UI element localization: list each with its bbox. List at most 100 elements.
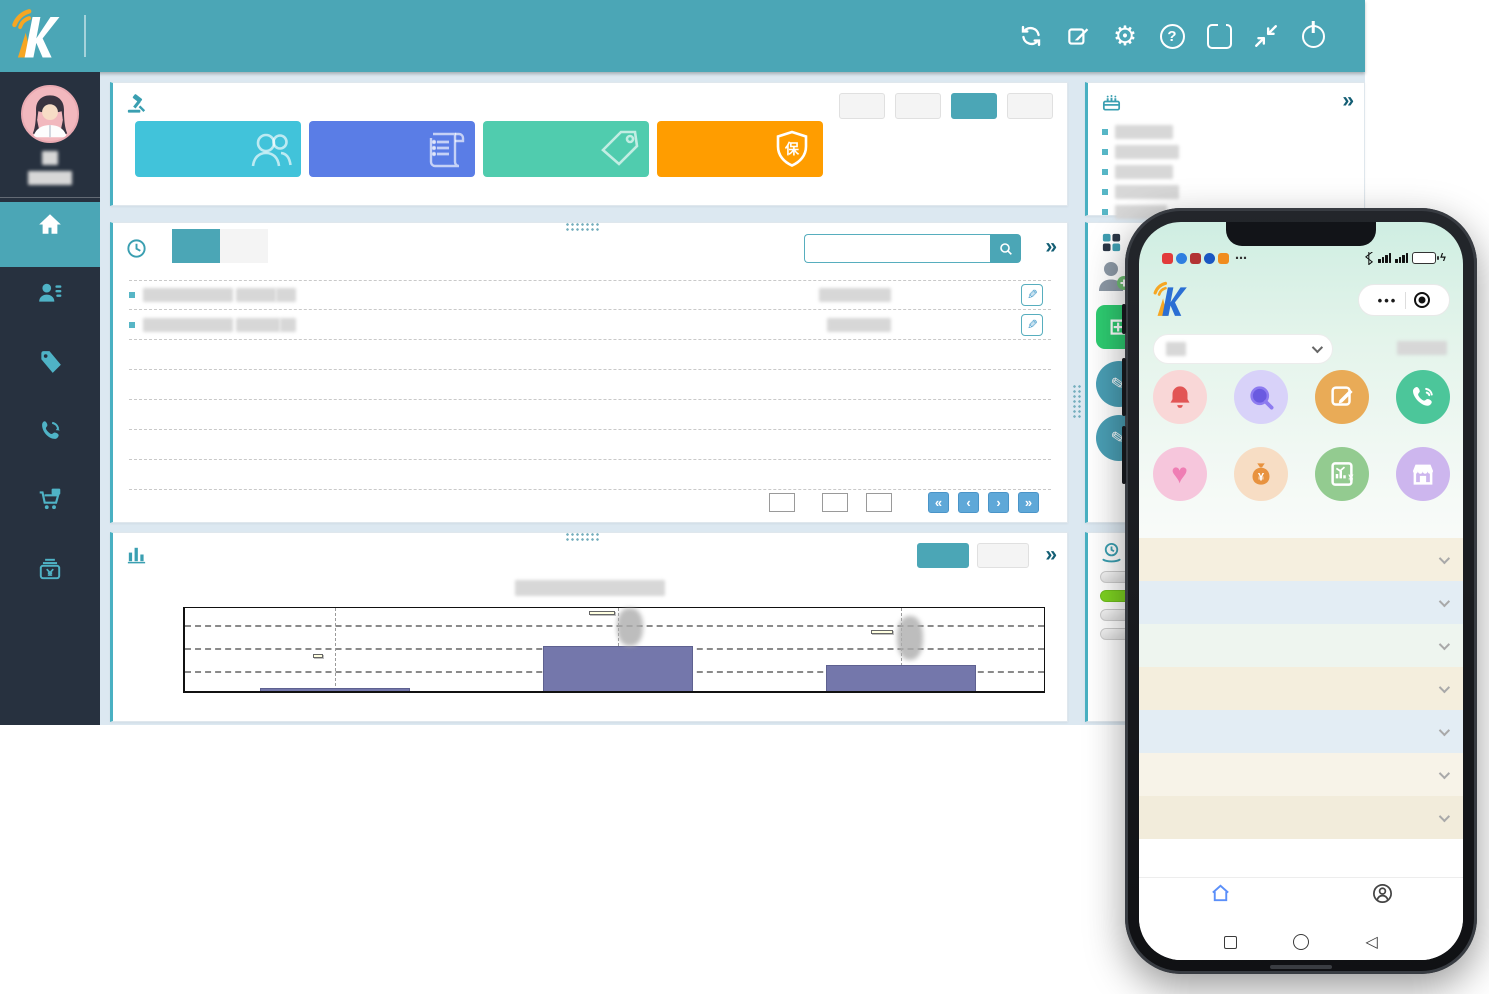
stat-card-customers: [135, 121, 301, 177]
filter-year-button[interactable]: [1007, 93, 1053, 119]
bullet-icon: [129, 292, 135, 298]
sidebar-item-after-sales[interactable]: [0, 412, 100, 474]
sync-icon[interactable]: [1017, 22, 1045, 50]
sidebar-item-customers[interactable]: [0, 274, 100, 336]
action-sales-report[interactable]: ¥: [1301, 447, 1382, 508]
search-input[interactable]: [804, 234, 990, 263]
upload-icon[interactable]: [1205, 22, 1233, 50]
stat-row-month-customers[interactable]: [1139, 581, 1463, 624]
bar-chart-plot: [183, 607, 1045, 693]
header-toolbar: [1017, 0, 1327, 72]
expand-icon[interactable]: [1045, 543, 1057, 567]
todo-row-owner: [827, 318, 895, 332]
filter-week-button[interactable]: [895, 93, 941, 119]
help-icon[interactable]: [1158, 22, 1186, 50]
last-page-button[interactable]: »: [1018, 492, 1039, 513]
user-name-redacted: [1397, 340, 1447, 358]
action-sales-query[interactable]: ¥: [1220, 447, 1301, 508]
sidebar-divider: [0, 197, 100, 198]
sidebar-item-sales[interactable]: [0, 343, 100, 405]
edit-icon[interactable]: [1021, 284, 1043, 306]
bell-icon: [1153, 370, 1207, 424]
report-icon: ¥: [1315, 447, 1369, 501]
prev-page-button[interactable]: ‹: [958, 492, 979, 513]
action-customer-search[interactable]: [1220, 370, 1301, 431]
nav-mine[interactable]: [1301, 878, 1463, 924]
home-icon: [1209, 882, 1232, 905]
stat-card-orders: [309, 121, 475, 177]
search-icon[interactable]: [990, 234, 1021, 263]
customer-traffic-button[interactable]: [977, 543, 1029, 568]
next-page-button[interactable]: ›: [988, 492, 1009, 513]
phone-stats-list: [1139, 538, 1463, 839]
power-icon[interactable]: [1299, 22, 1327, 50]
chevron-down-icon: [1439, 724, 1450, 735]
stat-row-today-orders[interactable]: [1139, 624, 1463, 667]
app-icon: [1176, 253, 1187, 264]
phone-button: [1122, 426, 1126, 484]
bullet-icon: [129, 322, 135, 328]
todo-row: [129, 310, 1051, 340]
filter-month-button[interactable]: [951, 93, 997, 119]
bar-202508: [543, 646, 693, 691]
redaction-smudge: [897, 616, 923, 660]
drag-handle[interactable]: [565, 222, 601, 231]
todo-row-empty: [129, 430, 1051, 460]
tab-pending-callbacks[interactable]: [172, 229, 220, 263]
redaction-smudge: [617, 608, 643, 646]
back-button[interactable]: [1365, 932, 1377, 952]
per-page-input[interactable]: [769, 493, 795, 512]
sales-tag-icon: [37, 349, 63, 375]
expand-icon[interactable]: [1342, 89, 1354, 113]
more-icon[interactable]: [1378, 293, 1398, 308]
bar-202509: [826, 665, 976, 691]
first-page-button[interactable]: «: [928, 492, 949, 513]
stat-row-today-sales[interactable]: [1139, 710, 1463, 753]
close-target-icon[interactable]: [1414, 292, 1430, 308]
data-label: [871, 630, 893, 634]
compress-icon[interactable]: [1252, 22, 1280, 50]
finance-icon: [37, 556, 63, 582]
drag-handle[interactable]: [1072, 384, 1081, 418]
sales-amount-button[interactable]: [917, 543, 969, 568]
todo-row-empty: [129, 340, 1051, 370]
android-nav-bar: [1139, 924, 1463, 960]
expand-icon[interactable]: [1045, 235, 1057, 259]
stat-row-week-appointments[interactable]: [1139, 796, 1463, 839]
action-customer-entry[interactable]: [1301, 370, 1382, 431]
bullet-icon: [1102, 209, 1108, 215]
edit-box-icon[interactable]: [1064, 22, 1092, 50]
stat-row-today-customers[interactable]: [1139, 538, 1463, 581]
edit-icon[interactable]: [1021, 314, 1043, 336]
svg-text:¥: ¥: [1348, 473, 1354, 483]
stat-row-month-orders[interactable]: [1139, 667, 1463, 710]
sidebar-item-inventory[interactable]: [0, 481, 100, 543]
home-button[interactable]: [1293, 934, 1309, 950]
sidebar-item-home[interactable]: [0, 202, 100, 267]
person-icon: [1371, 882, 1394, 905]
store-selector-dropdown[interactable]: [1153, 334, 1333, 364]
stat-row-month-sales[interactable]: [1139, 753, 1463, 796]
chevron-down-icon: [1439, 810, 1450, 821]
bullet-icon: [1102, 149, 1108, 155]
nav-home[interactable]: [1139, 878, 1301, 924]
brand-logo-icon: [1152, 281, 1190, 319]
phone-mockup: ¥ ¥: [1125, 208, 1477, 974]
action-customer-callback[interactable]: [1382, 370, 1463, 431]
sidebar-item-finance[interactable]: [0, 550, 100, 612]
action-customer-service[interactable]: [1139, 447, 1220, 508]
price-tag-icon: [595, 128, 643, 170]
recent-apps-button[interactable]: [1224, 936, 1237, 949]
warranty-shield-icon: 保: [775, 130, 809, 168]
phone-notch: [1226, 222, 1376, 246]
drag-handle[interactable]: [565, 532, 601, 541]
chevron-down-icon: [1439, 681, 1450, 692]
settings-gear-icon[interactable]: [1111, 22, 1139, 50]
phone-status-bar: [1139, 248, 1463, 268]
action-inventory-query[interactable]: [1382, 447, 1463, 508]
filter-today-button[interactable]: [839, 93, 885, 119]
miniprogram-capsule[interactable]: [1358, 284, 1450, 316]
avatar[interactable]: [21, 85, 79, 143]
tab-expired[interactable]: [220, 229, 268, 263]
action-todo[interactable]: [1139, 370, 1220, 431]
